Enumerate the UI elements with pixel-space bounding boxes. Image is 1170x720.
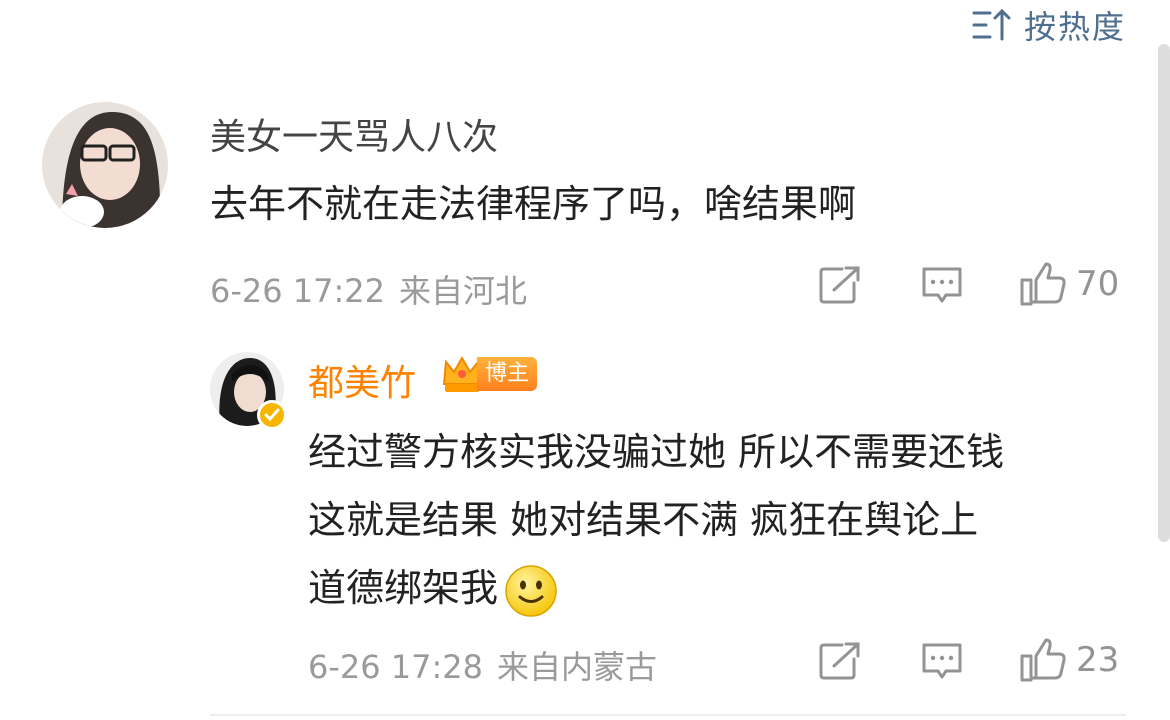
verified-badge-icon [257, 400, 287, 430]
reply-like-button[interactable]: 23 [1020, 638, 1119, 682]
like-count: 70 [1076, 264, 1120, 304]
like-button[interactable]: 70 [1020, 262, 1119, 306]
reply-text: 经过警方核实我没骗过她 所以不需要还钱 这就是结果 她对结果不满 疯狂在舆论上 … [308, 418, 1004, 622]
repost-icon [819, 642, 860, 680]
reply-username[interactable]: 都美竹 [308, 354, 416, 406]
like-icon [1020, 638, 1066, 682]
repost-button[interactable] [818, 265, 862, 305]
badge-label: 博主 [477, 357, 538, 391]
divider [210, 714, 1126, 716]
reply-repost-button[interactable] [818, 641, 862, 681]
like-icon [1020, 262, 1066, 306]
avatar[interactable] [42, 102, 168, 228]
comment-icon [922, 267, 962, 303]
reply-time: 6-26 17:28 [308, 648, 484, 686]
comment-icon [922, 643, 962, 679]
reply-text-line: 这就是结果 她对结果不满 疯狂在舆论上 [308, 498, 979, 542]
comment-time: 6-26 17:22 [210, 272, 386, 310]
comment-text: 去年不就在走法律程序了吗，啥结果啊 [210, 182, 857, 226]
sort-by-hot[interactable]: 按热度 [972, 2, 1126, 48]
comment-button[interactable] [920, 265, 964, 305]
comment-username[interactable]: 美女一天骂人八次 [210, 108, 498, 160]
sort-icon [972, 8, 1011, 41]
reply-like-count: 23 [1076, 640, 1120, 680]
smile-emoji-icon [505, 564, 557, 617]
blogger-badge: 博主 [441, 354, 538, 394]
reply-text-line: 道德绑架我 [308, 554, 1004, 622]
comment-location: 来自河北 [399, 272, 528, 310]
sort-label: 按热度 [1023, 8, 1126, 46]
reply-meta: 6-26 17:28 来自内蒙古 [308, 642, 657, 688]
scrollbar[interactable] [1158, 44, 1170, 542]
reply-text-line: 经过警方核实我没骗过她 所以不需要还钱 [308, 430, 1005, 474]
comment-meta: 6-26 17:22 来自河北 [210, 266, 527, 312]
reply-location: 来自内蒙古 [497, 648, 658, 686]
repost-icon [819, 266, 860, 304]
reply-comment-button[interactable] [920, 641, 964, 681]
